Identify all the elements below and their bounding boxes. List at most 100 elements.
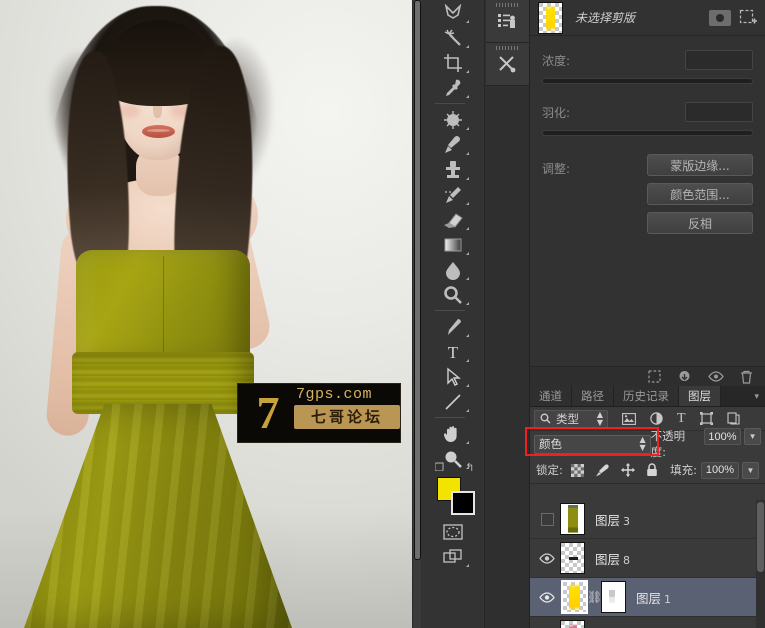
tab-history[interactable]: 历史记录 <box>614 386 679 406</box>
layer-mask-thumbnail[interactable] <box>601 581 626 613</box>
panel-menu-icon[interactable]: ▾ <box>748 386 765 406</box>
spot-healing-tool[interactable] <box>435 107 471 132</box>
brush-tool[interactable] <box>435 132 471 157</box>
quick-mask-toggle[interactable] <box>435 519 471 544</box>
layer-thumbnail[interactable] <box>560 620 585 628</box>
feather-slider[interactable] <box>542 130 753 136</box>
blur-tool[interactable] <box>435 257 471 282</box>
invert-button[interactable]: 反相 <box>647 212 753 234</box>
hand-tool[interactable] <box>435 421 471 446</box>
color-range-button[interactable]: 颜色范围... <box>647 183 753 205</box>
screen-mode-toggle[interactable] <box>435 544 471 569</box>
table-row[interactable]: 图层8 <box>530 539 765 578</box>
mask-edge-button[interactable]: 蒙版边缘... <box>647 154 753 176</box>
tab-channels[interactable]: 通道 <box>530 386 572 406</box>
tool-separator <box>435 310 465 311</box>
tab-layers[interactable]: 图层 <box>679 386 721 406</box>
eraser-tool[interactable] <box>435 207 471 232</box>
lock-all-icon[interactable] <box>646 463 658 477</box>
dock-empty-area <box>485 86 529 628</box>
dodge-tool[interactable] <box>435 282 471 307</box>
table-row[interactable]: ⛓ 图层1 <box>530 578 765 617</box>
document-canvas[interactable]: 7 7gps.com 七哥论坛 <box>0 0 421 628</box>
layer-list[interactable]: 图层3 图层8 <box>530 500 765 628</box>
tools-presets-panel-icon[interactable] <box>486 43 529 86</box>
gradient-tool[interactable] <box>435 232 471 257</box>
layer-visibility-icon[interactable] <box>708 371 724 382</box>
layer-mask-link-icon[interactable]: ⛓ <box>587 590 601 604</box>
masks-panel: 未选择剪版 浓度: <box>530 0 765 366</box>
history-brush-tool[interactable] <box>435 182 471 207</box>
search-icon <box>540 413 551 424</box>
tool-flyout-arrow <box>466 384 469 387</box>
tool-flyout-arrow <box>466 202 469 205</box>
layer-name-number: 8 <box>623 554 630 567</box>
fill-dropdown-arrow[interactable]: ▼ <box>742 462 759 479</box>
filter-type-icon[interactable]: T <box>677 412 686 425</box>
filter-kind-select[interactable]: 类型 ▲▼ <box>534 410 608 428</box>
density-slider[interactable] <box>542 78 753 84</box>
layers-vertical-scrollbar[interactable] <box>756 500 765 628</box>
table-row[interactable]: 图层3 <box>530 500 765 539</box>
layer-thumbnail[interactable] <box>560 503 585 535</box>
lock-transparency-icon[interactable] <box>571 464 584 477</box>
tab-paths[interactable]: 路径 <box>572 386 614 406</box>
tool-flyout-arrow <box>466 302 469 305</box>
color-swatches[interactable]: ❐ ↰ <box>435 475 475 519</box>
tool-flyout-arrow <box>466 359 469 362</box>
filter-pixel-icon[interactable] <box>622 413 636 425</box>
crop-tool[interactable] <box>435 50 471 75</box>
vector-mask-icon[interactable] <box>739 9 757 26</box>
filter-smart-object-icon[interactable] <box>727 412 740 425</box>
type-tool[interactable]: T <box>435 339 471 364</box>
eye-icon[interactable] <box>539 592 555 603</box>
line-tool[interactable] <box>435 389 471 414</box>
blend-mode-select[interactable]: 颜色 ▲▼ <box>534 435 651 454</box>
adjust-row: 调整: 蒙版边缘... 颜色范围... 反相 <box>542 154 753 241</box>
layer-visibility-toggle[interactable] <box>534 553 560 564</box>
lock-image-icon[interactable] <box>595 464 610 477</box>
eye-off-icon[interactable] <box>541 513 554 526</box>
layer-visibility-toggle[interactable] <box>534 592 560 603</box>
panel-grip <box>496 3 518 7</box>
layer-name-number: 3 <box>623 515 630 528</box>
pen-tool[interactable] <box>435 314 471 339</box>
masks-header-icons <box>709 9 757 26</box>
lasso-tool[interactable] <box>435 0 471 25</box>
delete-layer-icon[interactable] <box>740 370 753 384</box>
feather-value-field[interactable] <box>685 102 753 122</box>
background-color-swatch[interactable] <box>451 491 475 515</box>
swap-colors-icon[interactable]: ↰ <box>465 461 474 474</box>
filter-kind-label: 类型 <box>556 411 579 427</box>
filter-shape-icon[interactable] <box>700 412 713 425</box>
link-layers-icon[interactable] <box>648 370 661 383</box>
tool-column: T <box>435 0 471 569</box>
default-colors-icon[interactable]: ❐ <box>435 461 445 474</box>
layer-visibility-toggle[interactable] <box>534 513 560 526</box>
layer-name: 图层1 <box>636 588 671 607</box>
add-mask-icon[interactable] <box>677 370 692 384</box>
layer-thumbnail[interactable] <box>562 581 587 613</box>
pixel-mask-icon[interactable] <box>709 10 731 26</box>
table-row[interactable]: 背景 副本2 <box>530 617 765 628</box>
tool-flyout-arrow <box>466 334 469 337</box>
canvas-scrollbar-thumb[interactable] <box>414 0 421 560</box>
magic-wand-tool[interactable] <box>435 25 471 50</box>
clone-stamp-tool[interactable] <box>435 157 471 182</box>
opacity-value[interactable]: 100% <box>704 428 741 445</box>
mask-thumbnail[interactable] <box>538 2 563 34</box>
filter-adjustment-icon[interactable] <box>650 412 663 425</box>
path-selection-tool[interactable] <box>435 364 471 389</box>
layer-thumbnail[interactable] <box>560 542 585 574</box>
tool-flyout-arrow <box>466 45 469 48</box>
density-value-field[interactable] <box>685 50 753 70</box>
layers-scrollbar-thumb[interactable] <box>757 502 764 572</box>
opacity-dropdown-arrow[interactable]: ▼ <box>744 428 761 445</box>
adjustments-panel-icon[interactable] <box>486 0 529 43</box>
tool-flyout-arrow <box>466 20 469 23</box>
canvas-vertical-scrollbar[interactable] <box>412 0 421 628</box>
fill-value[interactable]: 100% <box>701 462 739 479</box>
eyedropper-tool[interactable] <box>435 75 471 100</box>
eye-icon[interactable] <box>539 553 555 564</box>
lock-position-icon[interactable] <box>621 463 635 477</box>
